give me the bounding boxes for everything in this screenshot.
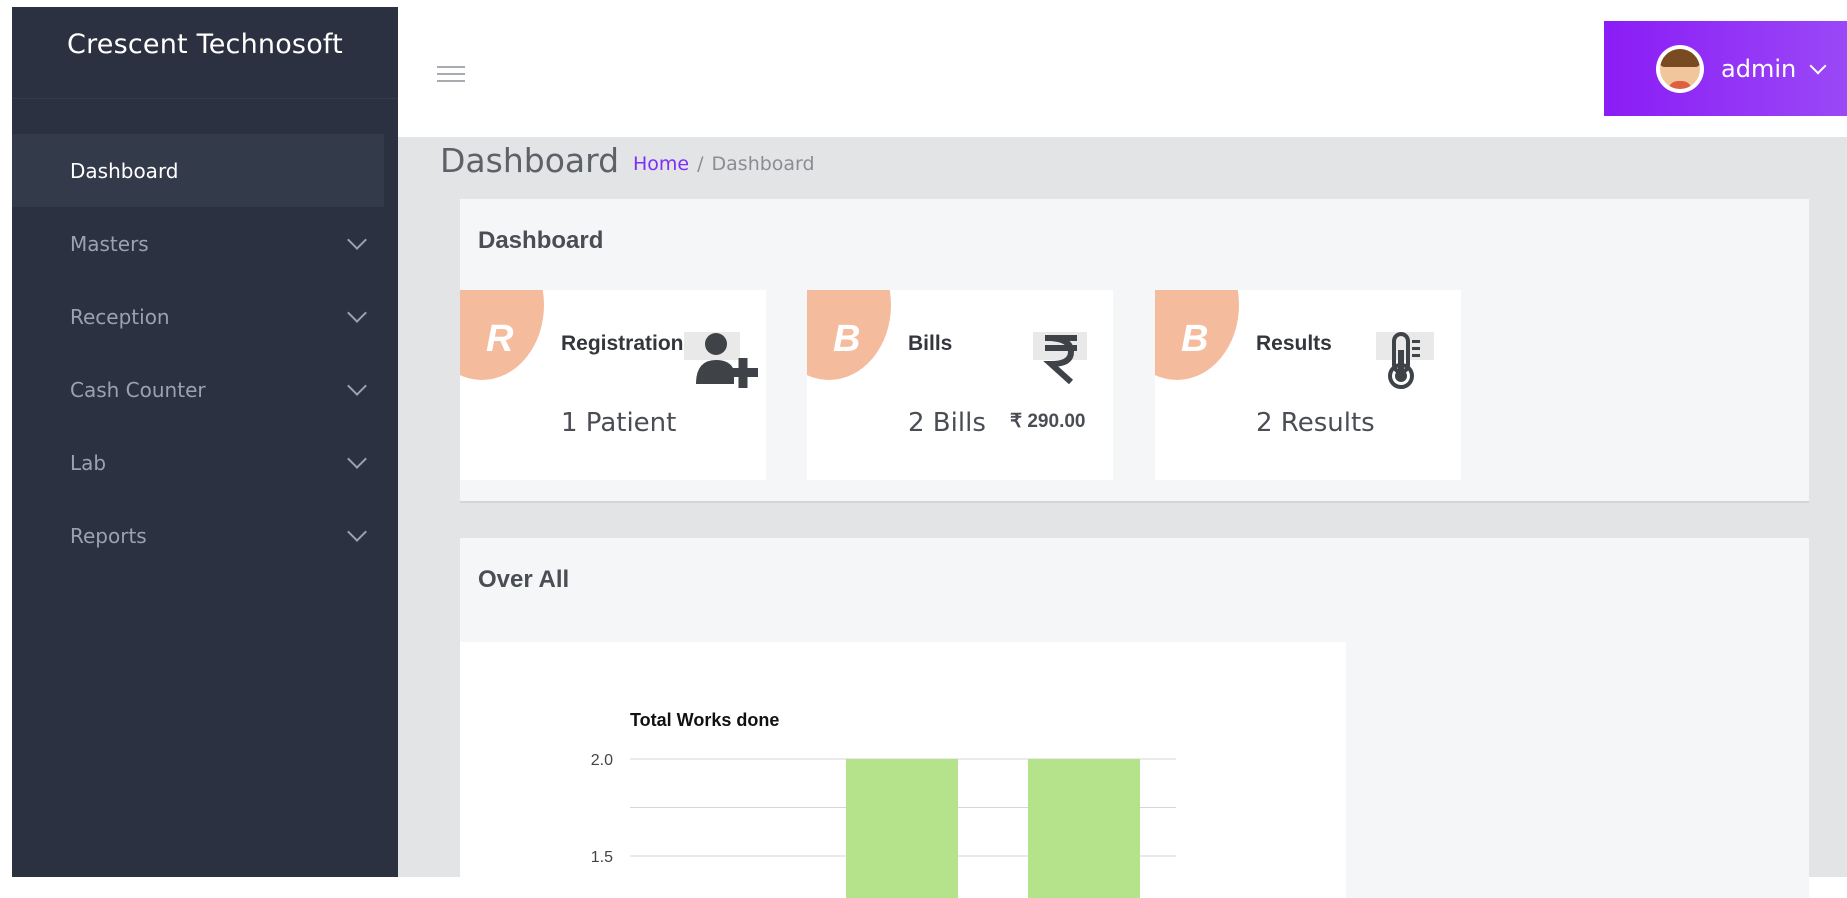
sidebar-item-label: Cash Counter bbox=[70, 377, 206, 402]
sidebar-item-label: Masters bbox=[70, 231, 149, 256]
results-card[interactable]: B Results 2 Results bbox=[1155, 290, 1461, 480]
sidebar-item-reports[interactable]: Reports bbox=[12, 499, 398, 572]
chevron-down-icon bbox=[347, 302, 367, 323]
sidebar-menu: Dashboard Masters Reception Cash Counter… bbox=[12, 134, 398, 572]
y-tick-label: 1.5 bbox=[591, 849, 613, 866]
avatar bbox=[1656, 44, 1704, 93]
rupee-icon bbox=[1033, 332, 1087, 384]
bar-chart: Total Works done 2.0 1.5 bbox=[591, 710, 1176, 898]
user-name: admin bbox=[1721, 54, 1797, 83]
breadcrumb-current: Dashboard bbox=[711, 153, 815, 175]
overall-panel: Over All Total Works done 2.0 1.5 bbox=[460, 538, 1809, 898]
card-letter: R bbox=[486, 318, 514, 360]
thermometer-icon bbox=[1376, 332, 1434, 389]
breadcrumb-separator: / bbox=[697, 153, 704, 175]
add-user-icon bbox=[684, 332, 758, 388]
y-tick-label: 2.0 bbox=[591, 752, 613, 769]
chart-bar bbox=[846, 759, 958, 898]
page-title: Dashboard bbox=[440, 141, 620, 180]
card-title: Results bbox=[1256, 332, 1332, 355]
sidebar-item-cash-counter[interactable]: Cash Counter bbox=[12, 353, 398, 426]
chart-container: Total Works done 2.0 1.5 bbox=[460, 642, 1346, 898]
sidebar: Crescent Technosoft Dashboard Masters Re… bbox=[12, 7, 398, 877]
brand-name: Crescent Technosoft bbox=[67, 29, 343, 60]
sidebar-item-masters[interactable]: Masters bbox=[12, 207, 398, 280]
card-value: 1 Patient bbox=[561, 408, 677, 438]
chart-title: Total Works done bbox=[630, 710, 779, 730]
chevron-down-icon bbox=[1809, 57, 1827, 74]
panel-title: Over All bbox=[478, 566, 570, 593]
card-title: Bills bbox=[908, 332, 953, 355]
sidebar-item-label: Lab bbox=[70, 450, 107, 475]
user-menu-button[interactable]: admin bbox=[1604, 21, 1847, 116]
sidebar-item-label: Dashboard bbox=[70, 158, 179, 183]
card-letter: B bbox=[1181, 318, 1209, 360]
sidebar-item-label: Reception bbox=[70, 304, 170, 329]
card-value: 2 Bills bbox=[908, 408, 986, 438]
chevron-down-icon bbox=[347, 448, 367, 469]
card-title: Registrations bbox=[561, 332, 696, 355]
sidebar-item-lab[interactable]: Lab bbox=[12, 426, 398, 499]
breadcrumb-home-link[interactable]: Home bbox=[633, 153, 689, 175]
hamburger-menu-icon[interactable] bbox=[435, 61, 467, 89]
registrations-card[interactable]: R Registrations 1 Patient bbox=[460, 290, 766, 480]
brand: Crescent Technosoft bbox=[12, 7, 398, 99]
card-value: 2 Results bbox=[1256, 408, 1375, 438]
dashboard-panel: Dashboard R Registrations 1 Patient B Bi… bbox=[460, 199, 1809, 503]
chevron-down-icon bbox=[347, 375, 367, 396]
main-content: Dashboard Home / Dashboard Dashboard R Reg… bbox=[398, 137, 1847, 898]
sidebar-item-dashboard[interactable]: Dashboard bbox=[12, 134, 384, 207]
chart-bar bbox=[1028, 759, 1140, 898]
bills-card[interactable]: B Bills 2 Bills ₹ 290.00 bbox=[807, 290, 1113, 480]
chevron-down-icon bbox=[347, 521, 367, 542]
breadcrumb: Home / Dashboard bbox=[633, 153, 815, 175]
card-letter: B bbox=[833, 318, 861, 360]
bills-amount: ₹ 290.00 bbox=[1010, 411, 1086, 432]
sidebar-item-reception[interactable]: Reception bbox=[12, 280, 398, 353]
chevron-down-icon bbox=[347, 229, 367, 250]
sidebar-item-label: Reports bbox=[70, 523, 147, 548]
panel-title: Dashboard bbox=[478, 227, 604, 254]
